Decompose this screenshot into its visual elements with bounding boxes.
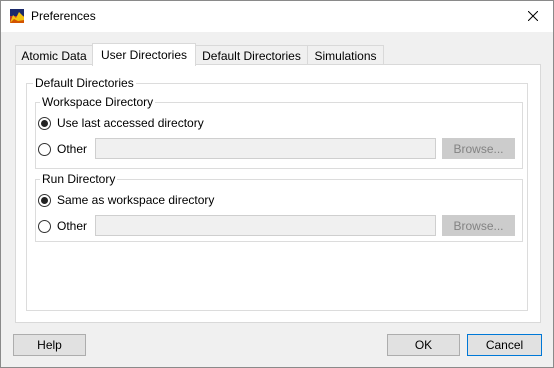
workspace-last-accessed-radio[interactable]: Use last accessed directory: [38, 116, 204, 130]
workspace-directory-label: Workspace Directory: [40, 95, 156, 109]
run-same-as-workspace-radio[interactable]: Same as workspace directory: [38, 193, 214, 207]
radio-checked-icon: [38, 116, 51, 130]
tab-user-directories[interactable]: User Directories: [92, 43, 196, 66]
run-browse-button[interactable]: Browse...: [442, 215, 515, 236]
radio-unchecked-icon: [38, 142, 51, 156]
workspace-other-label: Other: [57, 142, 88, 156]
radio-checked-icon: [38, 193, 51, 207]
window-title: Preferences: [31, 9, 96, 23]
cancel-button[interactable]: Cancel: [467, 334, 542, 356]
tab-atomic-data[interactable]: Atomic Data: [15, 45, 93, 65]
workspace-browse-button[interactable]: Browse...: [442, 138, 515, 159]
workspace-other-radio[interactable]: Other: [38, 142, 87, 156]
close-icon: [527, 10, 539, 24]
workspace-other-path-field[interactable]: [95, 138, 436, 159]
tab-default-directories[interactable]: Default Directories: [195, 45, 308, 65]
default-directories-label: Default Directories: [33, 76, 136, 90]
run-other-path-field[interactable]: [95, 215, 436, 236]
preferences-dialog: Preferences Atomic Data User Directories…: [0, 0, 554, 368]
user-directories-panel: Default Directories Workspace Directory …: [15, 64, 541, 323]
ok-button[interactable]: OK: [387, 334, 460, 356]
help-button[interactable]: Help: [13, 334, 86, 356]
run-other-label: Other: [57, 219, 88, 233]
title-bar: Preferences: [1, 1, 553, 32]
tab-simulations[interactable]: Simulations: [307, 45, 384, 65]
app-logo-icon: [10, 9, 24, 23]
run-other-radio[interactable]: Other: [38, 219, 87, 233]
run-same-as-workspace-label: Same as workspace directory: [57, 193, 215, 207]
workspace-last-accessed-label: Use last accessed directory: [57, 116, 204, 130]
close-button[interactable]: [513, 1, 553, 32]
run-directory-label: Run Directory: [40, 172, 118, 186]
radio-unchecked-icon: [38, 219, 51, 233]
